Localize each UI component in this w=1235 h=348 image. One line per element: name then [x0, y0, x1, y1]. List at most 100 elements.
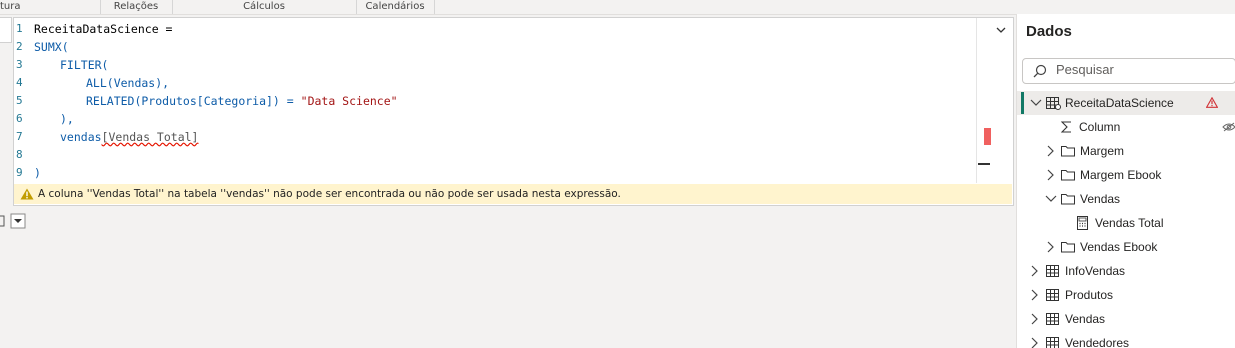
code-line[interactable]: 4 ALL(Vendas), [14, 74, 1004, 92]
line-number: 9 [16, 166, 23, 179]
code-text: SUMX( [34, 40, 69, 54]
chevron-right-icon[interactable] [1030, 313, 1040, 325]
code-text-error: vendas[Vendas Total] [60, 128, 198, 146]
chevron-right-icon[interactable] [1046, 241, 1056, 253]
tree-item-infovendas[interactable]: InfoVendas [1017, 259, 1235, 283]
table-icon [1046, 313, 1059, 325]
warning-icon [1206, 97, 1218, 108]
tree-item-vendas-total[interactable]: Vendas Total [1017, 211, 1235, 235]
line-number: 7 [16, 130, 23, 143]
tree-item-vendas-table[interactable]: Vendas [1017, 307, 1235, 331]
pane-title: Dados [1026, 23, 1072, 40]
left-gutter [0, 17, 12, 43]
data-pane: Dados Pesquisar ReceitaDataScience Colum… [1016, 14, 1235, 348]
code-line[interactable]: 7 vendas[Vendas Total] [14, 128, 1004, 146]
code-text: ReceitaDataScience = [34, 22, 173, 36]
chevron-right-icon[interactable] [1030, 265, 1040, 277]
tab-label: Cálculos [243, 1, 285, 12]
error-scroll-marker[interactable] [984, 128, 991, 145]
search-placeholder: Pesquisar [1056, 62, 1114, 77]
tree-item-margem-ebook[interactable]: Margem Ebook [1017, 163, 1235, 187]
chevron-right-icon[interactable] [1030, 289, 1040, 301]
warning-icon [20, 188, 34, 200]
invalid-column-reference: [Vendas Total] [101, 130, 199, 144]
code-text: FILTER( [60, 58, 109, 72]
folder-icon [1061, 146, 1075, 157]
code-text: ) [34, 166, 41, 180]
tree-item-label: Margem [1080, 144, 1125, 158]
tab-estrutura[interactable]: tura [0, 0, 101, 14]
chevron-down-icon[interactable] [995, 24, 1007, 36]
tab-label: Calendários [365, 1, 425, 12]
line-number: 6 [16, 112, 23, 125]
tree-item-label: Vendas [1080, 192, 1121, 206]
code-text: RELATED(Produtos[Categoria]) = "Data Sci… [86, 92, 398, 110]
code-line[interactable]: 5 RELATED(Produtos[Categoria]) = "Data Sc… [14, 92, 1004, 110]
sigma-icon [1061, 121, 1071, 133]
tree-item-label: Produtos [1065, 288, 1114, 302]
tab-label: Relações [113, 1, 159, 12]
table-icon [1046, 337, 1059, 348]
table-icon [1046, 265, 1059, 277]
chevron-right-icon[interactable] [1046, 169, 1056, 181]
folder-icon [1061, 170, 1075, 181]
tree-item-vendas-folder[interactable]: Vendas [1017, 187, 1235, 211]
cursor-scroll-marker [978, 163, 990, 165]
tree-item-label: Vendas Total [1095, 216, 1164, 230]
tree-item-label: Vendas [1065, 312, 1106, 326]
code-segment: RELATED(Produtos[Categoria]) = [86, 94, 301, 108]
tree-item-label: Vendas Ebook [1080, 240, 1158, 254]
scrollbar-track[interactable] [976, 18, 977, 183]
error-message: A coluna ''Vendas Total'' na tabela ''ve… [38, 188, 621, 200]
tab-calendarios[interactable]: Calendários [356, 0, 435, 14]
selection-indicator [1021, 92, 1024, 114]
hidden-eye-icon[interactable] [1222, 122, 1235, 132]
tree-item-label: Vendedores [1065, 336, 1130, 348]
code-text: ), [60, 112, 74, 126]
code-text: ALL(Vendas), [86, 76, 170, 90]
table-icon [1046, 97, 1061, 110]
chevron-down-icon[interactable] [1045, 194, 1057, 204]
tree-item-receitadatascience[interactable]: ReceitaDataScience [1017, 91, 1235, 115]
calculator-icon [1077, 216, 1088, 230]
ribbon: tura Relações Cálculos Calendários [0, 0, 1235, 15]
tab-label: tura [0, 1, 21, 12]
tree-item-label: ReceitaDataScience [1065, 96, 1174, 110]
folder-open-icon [1061, 194, 1075, 205]
dropdown-icon[interactable] [0, 212, 28, 230]
table-reference: vendas [60, 130, 102, 144]
tab-relacoes[interactable]: Relações [100, 0, 173, 14]
error-bar: A coluna ''Vendas Total'' na tabela ''ve… [14, 184, 1012, 204]
tree-item-produtos[interactable]: Produtos [1017, 283, 1235, 307]
code-line[interactable]: 8 [14, 146, 1004, 164]
chevron-right-icon[interactable] [1046, 145, 1056, 157]
folder-icon [1061, 242, 1075, 253]
search-input[interactable]: Pesquisar [1022, 58, 1235, 84]
tree-item-column[interactable]: Column [1017, 115, 1235, 139]
tab-calculos[interactable]: Cálculos [172, 0, 357, 14]
code-area[interactable]: 1 ReceitaDataScience = 2 SUMX( 3 FILTER( 4 A… [14, 20, 1004, 182]
line-number: 4 [16, 76, 23, 89]
chevron-down-icon[interactable] [1030, 98, 1042, 108]
tree-item-vendedores[interactable]: Vendedores [1017, 331, 1235, 348]
code-line[interactable]: 2 SUMX( [14, 38, 1004, 56]
line-number: 1 [16, 22, 23, 35]
tree-item-label: Margem Ebook [1080, 168, 1162, 182]
line-number: 3 [16, 58, 23, 71]
search-icon [1033, 64, 1047, 78]
code-line[interactable]: 6), [14, 110, 1004, 128]
table-icon [1046, 289, 1059, 301]
tree-item-label: InfoVendas [1065, 264, 1126, 278]
tree-item-margem[interactable]: Margem [1017, 139, 1235, 163]
line-number: 8 [16, 148, 23, 161]
code-line[interactable]: 1 ReceitaDataScience = [14, 20, 1004, 38]
code-line[interactable]: 3 FILTER( [14, 56, 1004, 74]
tree-item-vendas-ebook[interactable]: Vendas Ebook [1017, 235, 1235, 259]
tree-item-label: Column [1079, 120, 1121, 134]
code-line[interactable]: 9) [14, 164, 1004, 182]
formula-editor[interactable]: 1 ReceitaDataScience = 2 SUMX( 3 FILTER( 4 A… [13, 17, 1014, 206]
string-literal: "Data Science" [300, 94, 398, 108]
line-number: 2 [16, 40, 23, 53]
line-number: 5 [16, 94, 23, 107]
chevron-right-icon[interactable] [1030, 337, 1040, 348]
